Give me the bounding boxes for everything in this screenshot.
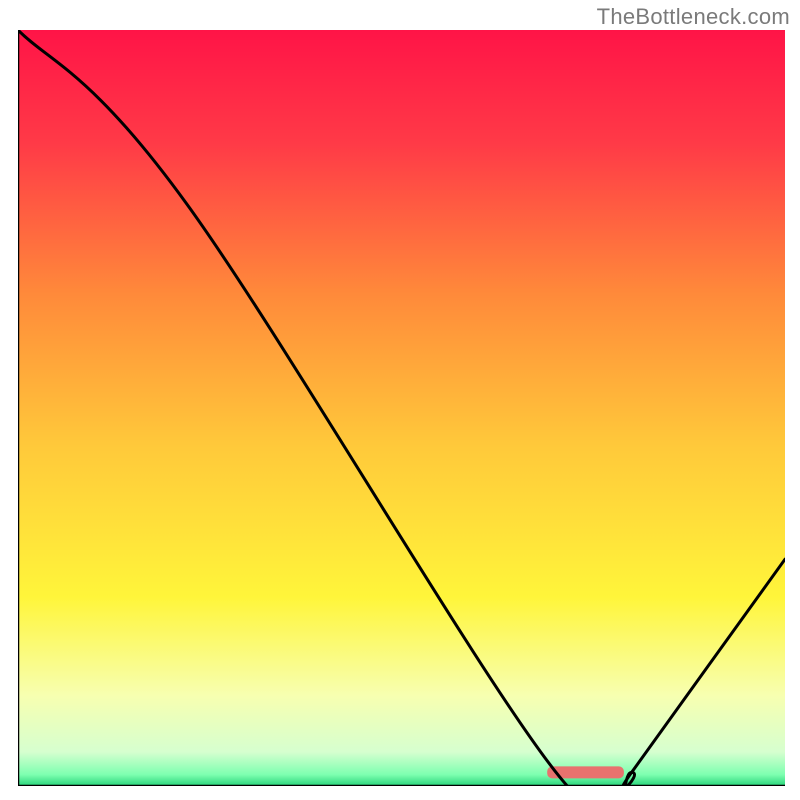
watermark-text: TheBottleneck.com	[597, 4, 790, 30]
bottleneck-chart: TheBottleneck.com	[0, 0, 800, 800]
plot-area	[18, 30, 785, 786]
chart-svg	[18, 30, 785, 786]
gradient-background	[18, 30, 785, 786]
